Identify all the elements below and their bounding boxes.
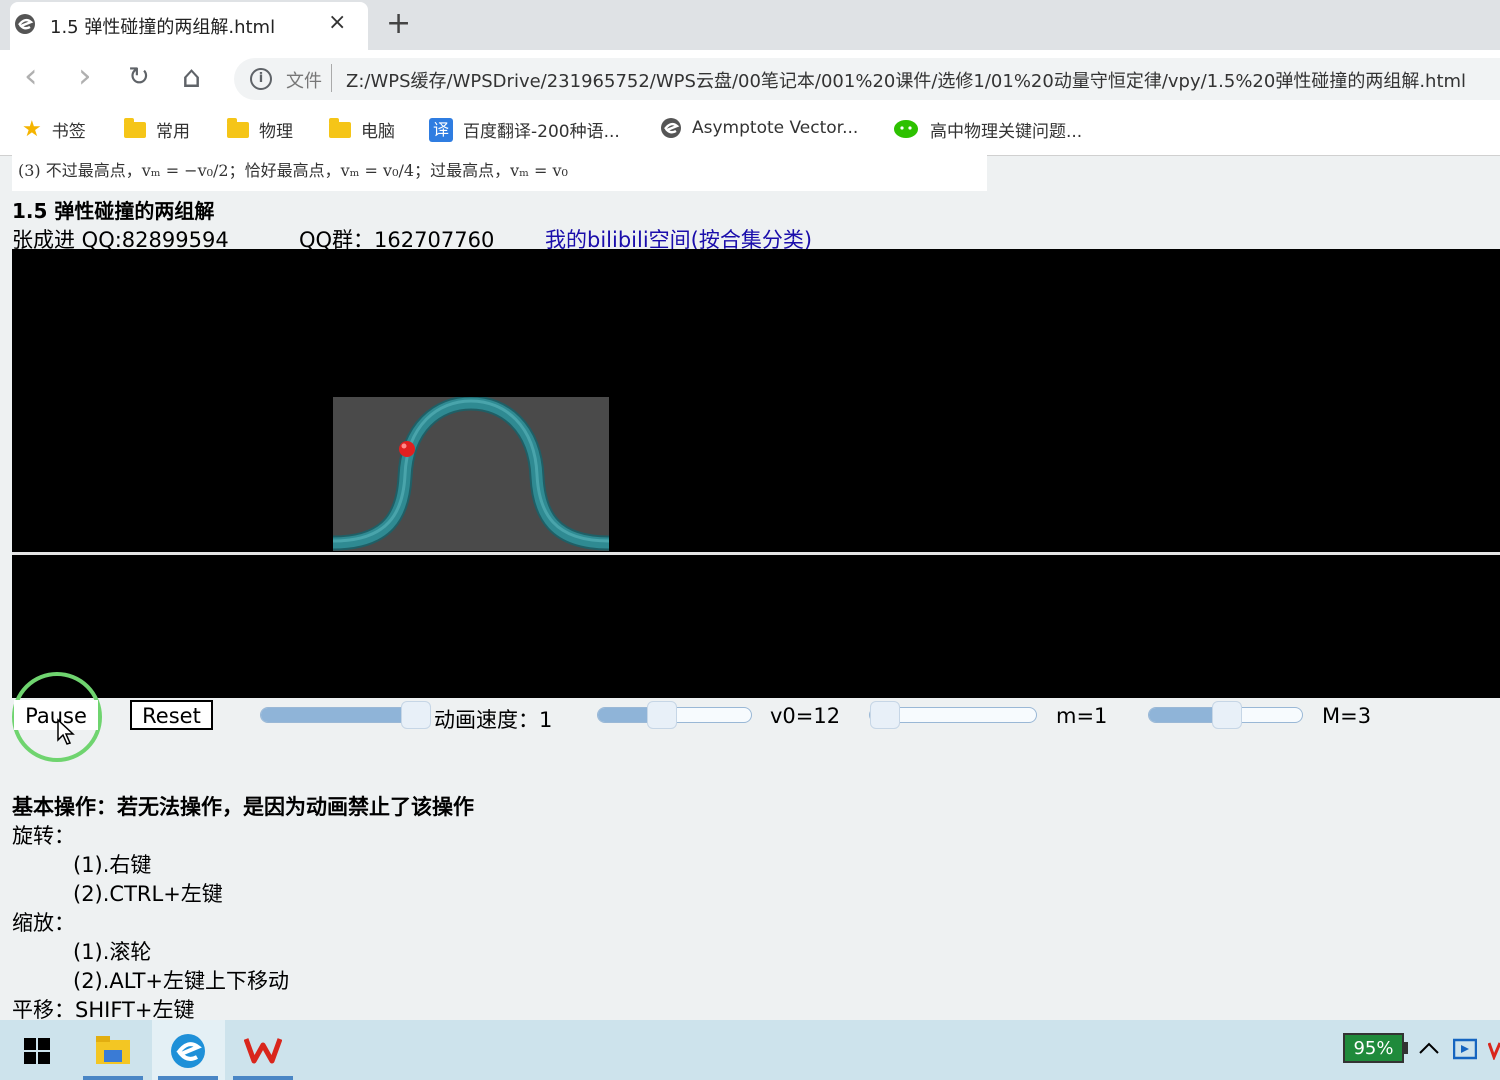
browser-taskbar-icon[interactable] [170, 1033, 206, 1069]
bookmark-label: 物理 [259, 122, 293, 142]
m-slider[interactable] [869, 701, 1037, 729]
help-rotate: 旋转： [12, 824, 75, 848]
battery-tip [1404, 1042, 1408, 1054]
new-tab-button[interactable]: + [386, 6, 411, 41]
bookmark-changyong[interactable]: 常用 [124, 117, 190, 142]
bookmark-label: Asymptote Vector... [692, 118, 859, 138]
formula-text: (3) 不过最高点，vₘ = −v₀/2；恰好最高点，vₘ = v₀/4；过最高… [18, 161, 568, 180]
star-icon: ★ [22, 117, 42, 142]
site-info-icon[interactable]: i [250, 68, 272, 90]
address-separator [331, 64, 332, 92]
wechat-icon [894, 119, 918, 138]
help-rotate-1: (1).右键 [73, 853, 152, 877]
track-block-scene [333, 397, 609, 551]
slider-thumb[interactable] [646, 701, 677, 729]
slider-thumb[interactable] [401, 701, 431, 729]
slider-fill [261, 708, 416, 722]
ground-line [12, 552, 1500, 555]
folder-icon [329, 117, 351, 138]
bookmark-baidu-translate[interactable]: 译 百度翻译-200种语... [429, 117, 620, 142]
tab-close-icon[interactable]: × [328, 10, 346, 35]
red-ball [399, 441, 415, 457]
speed-slider[interactable] [260, 701, 431, 729]
bookmark-diannao[interactable]: 电脑 [329, 117, 395, 142]
bookmark-asymptote[interactable]: Asymptote Vector... [660, 117, 858, 139]
bookmark-label: 高中物理关键问题... [930, 122, 1083, 142]
bookmark-label: 常用 [156, 122, 190, 142]
folder-icon [124, 117, 146, 138]
address-url[interactable]: Z:/WPS缓存/WPSDrive/231965752/WPS云盘/00笔记本/… [346, 67, 1466, 93]
v0-slider[interactable] [597, 701, 752, 729]
forward-icon[interactable]: › [78, 56, 92, 96]
bookmark-label: 书签 [51, 122, 86, 142]
taskbar [0, 1020, 1500, 1080]
wps-office-icon[interactable] [244, 1035, 282, 1065]
tray-chevron-icon[interactable] [1418, 1040, 1440, 1056]
address-scheme-label: 文件 [286, 71, 322, 92]
formula-line: (3) 不过最高点，vₘ = −v₀/2；恰好最高点，vₘ = v₀/4；过最高… [12, 155, 987, 191]
M-label: M=3 [1322, 704, 1372, 728]
translate-icon: 译 [429, 117, 453, 142]
help-zoom: 缩放： [12, 911, 75, 935]
site-icon [661, 118, 681, 138]
back-icon[interactable]: ‹ [24, 56, 38, 96]
ball-highlight [401, 443, 407, 449]
speed-label: 动画速度：1 [434, 708, 553, 732]
M-slider[interactable] [1148, 701, 1303, 729]
home-icon[interactable]: ⌂ [182, 60, 201, 95]
bookmark-wuli[interactable]: 物理 [227, 117, 293, 142]
reset-button[interactable]: Reset [130, 700, 213, 730]
wps-tray-icon[interactable] [1488, 1040, 1500, 1060]
windows-start-icon[interactable] [24, 1038, 50, 1064]
taskbar-active-indicator [83, 1076, 143, 1080]
help-heading: 基本操作：若无法操作，是因为动画禁止了该操作 [12, 795, 474, 819]
simulation-canvas[interactable] [12, 249, 1500, 698]
mouse-cursor-icon [57, 718, 75, 745]
file-explorer-icon[interactable] [96, 1034, 130, 1064]
reload-icon[interactable]: ↻ [128, 62, 150, 92]
screen-recorder-icon[interactable] [1453, 1038, 1477, 1060]
slider-thumb[interactable] [870, 701, 900, 729]
v0-label: v0=12 [770, 704, 841, 728]
bookmark-label: 电脑 [361, 122, 395, 142]
bookmark-shuqian[interactable]: ★ 书签 [22, 117, 86, 142]
bookmark-physics-questions[interactable]: 高中物理关键问题... [894, 117, 1082, 142]
taskbar-active-indicator [158, 1076, 218, 1080]
folder-icon [227, 117, 249, 138]
help-zoom-2: (2).ALT+左键上下移动 [73, 969, 290, 993]
help-zoom-1: (1).滚轮 [73, 940, 152, 964]
bookmark-label: 百度翻译-200种语... [463, 122, 620, 142]
help-rotate-2: (2).CTRL+左键 [73, 882, 223, 906]
m-label: m=1 [1056, 704, 1108, 728]
browser-logo-icon [15, 14, 35, 34]
page-title: 1.5 弹性碰撞的两组解 [12, 199, 215, 223]
taskbar-active-indicator [233, 1076, 293, 1080]
slider-thumb[interactable] [1211, 701, 1242, 729]
battery-indicator[interactable]: 95% [1343, 1033, 1404, 1063]
tab-title: 1.5 弹性碰撞的两组解.html [50, 17, 276, 38]
